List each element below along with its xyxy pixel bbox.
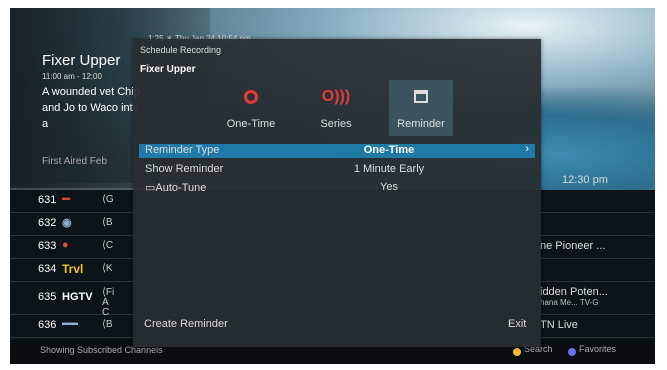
favorites-legend[interactable]: Favorites: [579, 344, 616, 354]
chevron-right-icon: ›: [525, 143, 529, 155]
channel-logo-icon: ▬: [62, 193, 70, 202]
program-title: Fixer Upper: [140, 64, 196, 75]
channel-number: 636: [38, 319, 57, 331]
program-cell[interactable]: ne Pioneer ...: [540, 240, 605, 252]
program-cell[interactable]: TN Live: [540, 319, 578, 331]
exit-button[interactable]: Exit: [508, 318, 526, 330]
calendar-icon: [389, 88, 453, 108]
option-label: Series: [320, 118, 352, 130]
program-cell[interactable]: ⟨B: [102, 319, 113, 330]
setting-label: Show Reminder: [145, 163, 224, 175]
channel-logo-travel: Trvl: [62, 262, 84, 276]
program-subtitle: hana Me... TV-G: [540, 298, 599, 307]
option-label: Reminder: [397, 118, 445, 130]
program-cell[interactable]: ⟨B: [102, 217, 113, 228]
option-series[interactable]: O))) Series: [304, 80, 368, 136]
setting-label: ▭Auto-Tune: [145, 181, 206, 194]
setting-show-reminder[interactable]: Show Reminder 1 Minute Early: [139, 163, 535, 177]
create-reminder-button[interactable]: Create Reminder: [144, 318, 228, 330]
channel-number: 635: [38, 291, 57, 303]
program-cell[interactable]: ⟨G: [102, 194, 114, 205]
program-cell[interactable]: idden Poten...: [540, 286, 608, 298]
show-time: 11:00 am - 12:00: [42, 72, 102, 81]
setting-reminder-type[interactable]: Reminder Type One-Time ›: [139, 143, 535, 158]
record-once-icon: [219, 88, 283, 108]
program-cell[interactable]: ⟨Fi A C: [102, 288, 114, 318]
record-series-icon: O))): [321, 88, 351, 105]
channel-logo-icon: ●: [62, 239, 69, 251]
option-one-time[interactable]: One-Time: [219, 80, 283, 136]
tv-icon: ▭: [145, 182, 156, 194]
guide-time: 12:30 pm: [562, 174, 608, 186]
setting-value: Yes: [380, 181, 398, 193]
blue-button-icon: [568, 348, 576, 356]
channel-number: 632: [38, 217, 57, 229]
setting-value: One-Time: [363, 144, 415, 156]
setting-auto-tune[interactable]: ▭Auto-Tune Yes: [139, 181, 535, 195]
show-description: A wounded vet Chip and Jo to Waco into a: [42, 86, 140, 130]
option-label: One-Time: [226, 118, 276, 130]
setting-label-text: Auto-Tune: [155, 182, 207, 194]
first-aired: First Aired Feb: [42, 156, 108, 167]
channel-number: 634: [38, 263, 57, 275]
channel-logo-icon: ◉: [62, 217, 72, 229]
schedule-recording-dialog: Schedule Recording Fixer Upper One-Time …: [133, 39, 541, 347]
setting-value: 1 Minute Early: [353, 163, 425, 175]
channel-logo-hgtv: HGTV: [62, 291, 93, 303]
yellow-button-icon: [513, 348, 521, 356]
channel-number: 631: [38, 194, 57, 206]
channel-logo-icon: ▬▬: [62, 318, 78, 327]
channel-number: 633: [38, 240, 57, 252]
program-cell[interactable]: ⟨C: [102, 240, 113, 251]
setting-label: Reminder Type: [145, 144, 220, 156]
option-reminder[interactable]: Reminder: [389, 80, 453, 136]
program-cell[interactable]: ⟨K: [102, 263, 113, 274]
dialog-header: Schedule Recording: [140, 45, 222, 55]
show-title: Fixer Upper: [42, 52, 121, 69]
settings-icon: ⚙: [585, 24, 596, 38]
